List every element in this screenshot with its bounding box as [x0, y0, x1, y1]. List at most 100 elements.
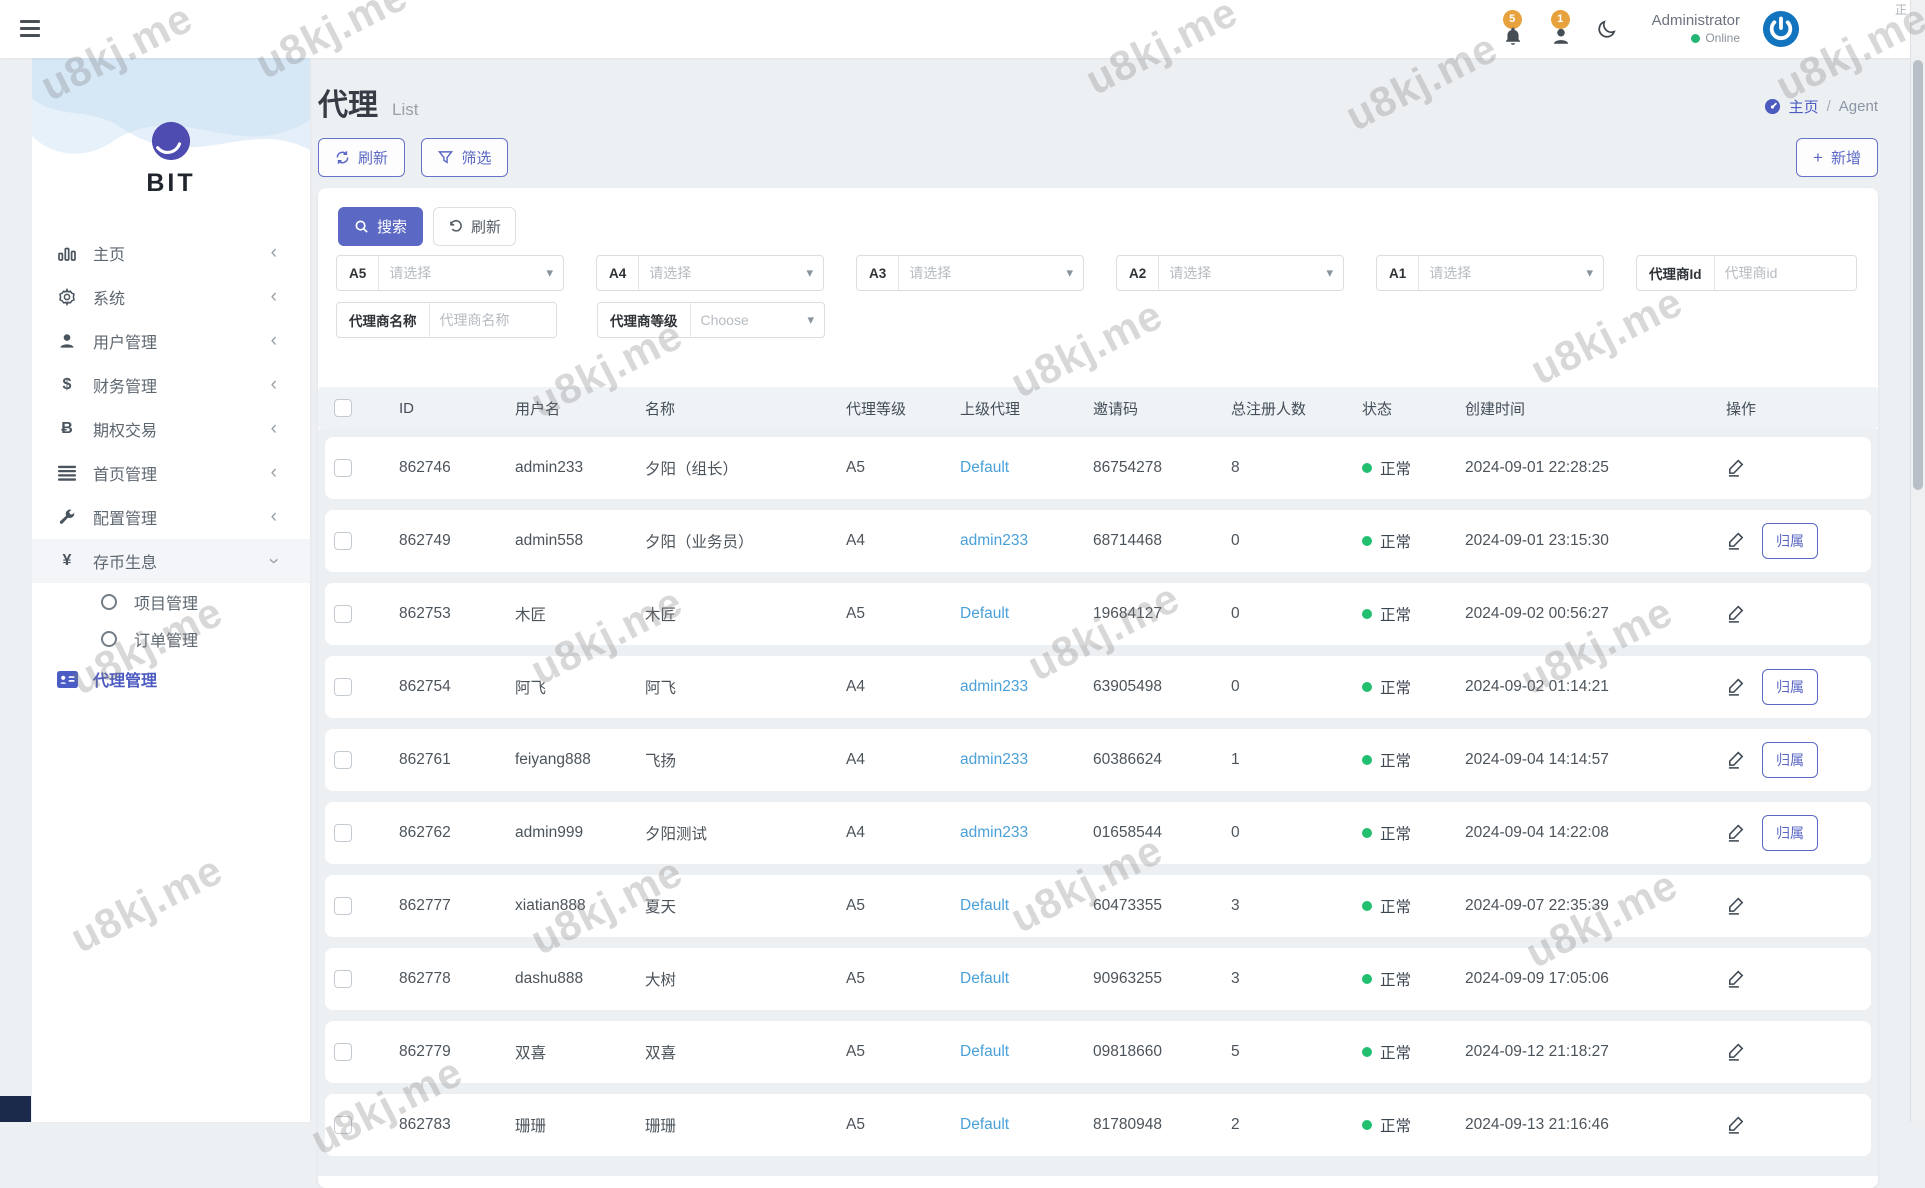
- cell-created-at: 2024-09-01 23:15:30: [1465, 532, 1726, 550]
- assign-button[interactable]: 归属: [1762, 815, 1818, 851]
- edit-icon[interactable]: [1726, 895, 1748, 917]
- assign-button[interactable]: 归属: [1762, 669, 1818, 705]
- cell-level: A5: [846, 605, 960, 623]
- circle-icon: [98, 631, 120, 647]
- funnel-icon: [438, 150, 453, 165]
- cell-id: 862779: [399, 1043, 515, 1061]
- chevron-down-icon: ▾: [1066, 265, 1073, 281]
- filter-a2: A2请选择▾: [1116, 255, 1344, 291]
- cell-operations: [1726, 968, 1871, 990]
- cell-parent[interactable]: admin233: [960, 678, 1093, 696]
- sidebar-item-options[interactable]: Ƀ期权交易‹: [32, 407, 310, 451]
- cell-parent[interactable]: admin233: [960, 824, 1093, 842]
- chevron-left-icon: ‹: [271, 418, 277, 440]
- cell-invite-code: 86754278: [1093, 459, 1231, 477]
- add-button[interactable]: + 新增: [1796, 138, 1878, 177]
- cell-parent[interactable]: Default: [960, 459, 1093, 477]
- table-header: ID用户名名称代理等级上级代理邀请码总注册人数状态创建时间操作: [318, 387, 1878, 429]
- user-notification-icon[interactable]: 1: [1548, 12, 1574, 46]
- row-checkbox[interactable]: [334, 459, 352, 477]
- row-checkbox[interactable]: [334, 532, 352, 550]
- scrollbar-thumb[interactable]: [1913, 60, 1923, 490]
- filter-a1-select[interactable]: 请选择▾: [1419, 256, 1603, 290]
- cell-parent[interactable]: Default: [960, 1116, 1093, 1134]
- edit-icon[interactable]: [1726, 603, 1748, 625]
- row-checkbox[interactable]: [334, 751, 352, 769]
- breadcrumb-home-link[interactable]: 主页: [1789, 96, 1819, 117]
- sidebar-item-deposit[interactable]: ¥存币生息‹: [32, 539, 310, 583]
- vertical-scrollbar[interactable]: [1910, 0, 1925, 1122]
- assign-button[interactable]: 归属: [1762, 742, 1818, 778]
- cell-parent[interactable]: Default: [960, 605, 1093, 623]
- edit-icon[interactable]: [1726, 1114, 1748, 1136]
- edit-icon[interactable]: [1726, 822, 1748, 844]
- cell-parent[interactable]: admin233: [960, 751, 1093, 769]
- sidebar-item-agents[interactable]: 代理管理: [32, 657, 310, 701]
- sidebar-item-finance[interactable]: $财务管理‹: [32, 363, 310, 407]
- cell-invite-code: 60386624: [1093, 751, 1231, 769]
- table-row: 862779双喜双喜A5Default098186605正常2024-09-12…: [325, 1021, 1871, 1083]
- select-all-checkbox[interactable]: [334, 399, 352, 417]
- sidebar-item-system[interactable]: 系统‹: [32, 275, 310, 319]
- filter-a3-select[interactable]: 请选择▾: [899, 256, 1083, 290]
- filter-agent-level-select[interactable]: Choose▾: [691, 303, 825, 337]
- filter-a5-select[interactable]: 请选择▾: [379, 256, 563, 290]
- avatar[interactable]: [1762, 10, 1800, 48]
- cell-parent[interactable]: Default: [960, 1043, 1093, 1061]
- status-dot: [1362, 536, 1372, 546]
- row-checkbox[interactable]: [334, 897, 352, 915]
- sidebar-item-config[interactable]: 配置管理‹: [32, 495, 310, 539]
- cell-total-registered: 2: [1231, 1116, 1362, 1134]
- col-header: 用户名: [515, 398, 645, 419]
- chevron-down-icon: ▾: [1586, 265, 1593, 281]
- edit-icon[interactable]: [1726, 968, 1748, 990]
- cell-status: 正常: [1362, 1041, 1465, 1063]
- filter-button[interactable]: 筛选: [421, 138, 508, 177]
- cell-name: 夏天: [645, 895, 846, 917]
- edit-icon[interactable]: [1726, 676, 1748, 698]
- edit-icon[interactable]: [1726, 749, 1748, 771]
- edit-icon[interactable]: [1726, 530, 1748, 552]
- select-placeholder: 请选择: [1169, 263, 1326, 283]
- sidebar-item-homepage[interactable]: 首页管理‹: [32, 451, 310, 495]
- menu-toggle-icon[interactable]: [20, 20, 40, 37]
- row-checkbox[interactable]: [334, 1043, 352, 1061]
- row-checkbox[interactable]: [334, 678, 352, 696]
- row-checkbox[interactable]: [334, 970, 352, 988]
- dark-mode-toggle-icon[interactable]: [1596, 18, 1618, 40]
- row-checkbox[interactable]: [334, 1116, 352, 1134]
- edit-icon[interactable]: [1726, 457, 1748, 479]
- sidebar-item-projects[interactable]: 项目管理: [32, 583, 310, 620]
- sidebar-item-home[interactable]: 主页‹: [32, 231, 310, 275]
- status-dot: [1362, 463, 1372, 473]
- reset-button[interactable]: 刷新: [433, 207, 516, 246]
- row-checkbox[interactable]: [334, 605, 352, 623]
- status-dot: [1362, 1047, 1372, 1057]
- cell-parent[interactable]: Default: [960, 970, 1093, 988]
- filter-agent-name-input[interactable]: [430, 303, 557, 337]
- col-header: 上级代理: [960, 398, 1093, 419]
- cell-operations: 归属: [1726, 523, 1871, 559]
- filter-a2-select[interactable]: 请选择▾: [1159, 256, 1343, 290]
- notification-bell-icon[interactable]: 5: [1500, 12, 1526, 46]
- sidebar-item-orders[interactable]: 订单管理: [32, 620, 310, 657]
- edit-icon[interactable]: [1726, 1041, 1748, 1063]
- filter-a4: A4请选择▾: [596, 255, 824, 291]
- sidebar-item-label: 主页: [93, 241, 125, 265]
- list-card: 搜索 刷新 A5请选择▾A4请选择▾A3请选择▾A2请选择▾A1请选择▾代理商I…: [318, 188, 1878, 1188]
- cell-parent[interactable]: Default: [960, 897, 1093, 915]
- sidebar-item-users[interactable]: 用户管理‹: [32, 319, 310, 363]
- cell-username: admin558: [515, 532, 645, 550]
- search-button[interactable]: 搜索: [338, 207, 423, 246]
- assign-button[interactable]: 归属: [1762, 523, 1818, 559]
- topbar: 5 1 Administrator Online 正: [0, 0, 1925, 58]
- filter-label: 代理商等级: [598, 303, 691, 337]
- filter-agent-id-input[interactable]: [1715, 256, 1857, 290]
- row-checkbox[interactable]: [334, 824, 352, 842]
- cell-status: 正常: [1362, 676, 1465, 698]
- chevron-left-icon: ‹: [271, 286, 277, 308]
- cell-parent[interactable]: admin233: [960, 532, 1093, 550]
- filter-a4-select[interactable]: 请选择▾: [639, 256, 823, 290]
- cell-invite-code: 19684127: [1093, 605, 1231, 623]
- refresh-button[interactable]: 刷新: [318, 138, 405, 177]
